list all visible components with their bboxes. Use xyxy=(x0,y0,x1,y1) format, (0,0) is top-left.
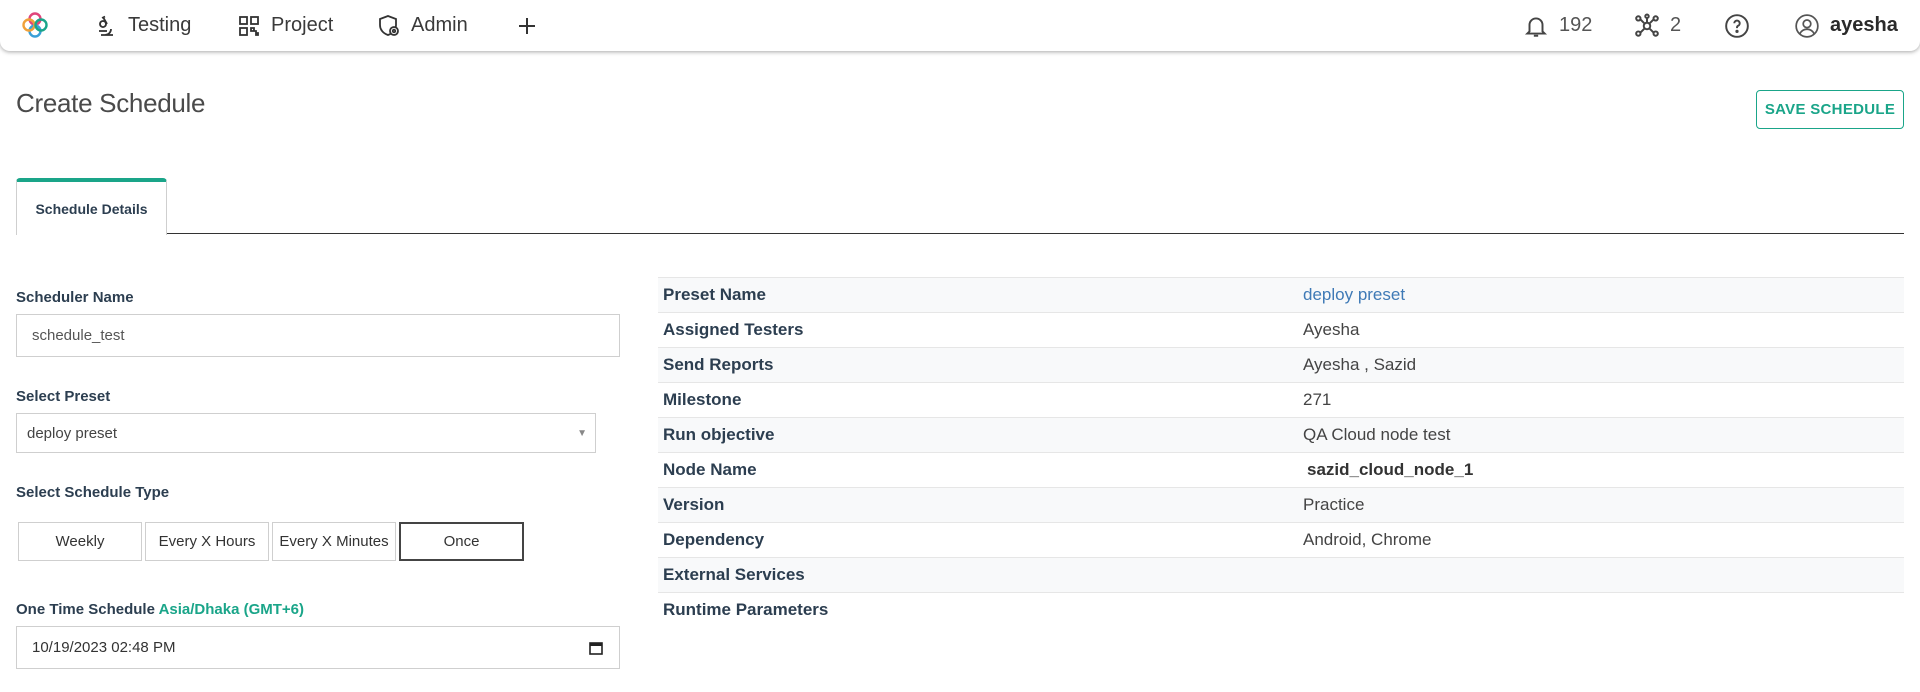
detail-value: Android, Chrome xyxy=(1303,530,1432,549)
bell-icon xyxy=(1524,16,1548,37)
microscope-icon xyxy=(99,15,113,36)
detail-value: Ayesha xyxy=(1303,320,1360,339)
detail-key: Preset Name xyxy=(663,285,767,304)
user-avatar-icon xyxy=(1795,13,1819,38)
schedule-type-label: Select Schedule Type xyxy=(16,484,170,501)
preset-details-table: Preset Name deploy preset Assigned Teste… xyxy=(658,277,1904,627)
detail-key: Runtime Parameters xyxy=(663,600,829,619)
notifications-button[interactable]: 192 xyxy=(1523,0,1592,51)
calendar-icon[interactable] xyxy=(588,640,604,656)
user-menu[interactable]: ayesha xyxy=(1794,0,1898,51)
detail-value: sazid_cloud_node_1 xyxy=(1307,460,1474,479)
nav-admin[interactable]: Admin xyxy=(377,0,468,51)
nav-project[interactable]: Project xyxy=(237,0,333,51)
scheduler-name-label: Scheduler Name xyxy=(16,289,134,306)
detail-value: QA Cloud node test xyxy=(1303,425,1451,444)
nav-project-label: Project xyxy=(271,14,334,36)
notifications-count: 192 xyxy=(1559,14,1593,36)
preset-select[interactable]: deploy preset ▼ xyxy=(16,413,596,453)
schedule-type-weekly[interactable]: Weekly xyxy=(18,522,142,561)
detail-row-assigned-testers: Assigned Testers Ayesha xyxy=(658,312,1904,347)
username: ayesha xyxy=(1830,14,1898,36)
detail-row-external-services: External Services xyxy=(658,557,1904,592)
detail-row-dependency: Dependency Android, Chrome xyxy=(658,522,1904,557)
shield-gear-icon xyxy=(379,14,399,36)
detail-row-node-name: Node Name sazid_cloud_node_1 xyxy=(658,452,1904,487)
detail-row-milestone: Milestone 271 xyxy=(658,382,1904,417)
detail-value: Ayesha , Sazid xyxy=(1303,355,1417,374)
nodes-button[interactable]: 2 xyxy=(1634,0,1681,51)
detail-key: Send Reports xyxy=(663,355,774,374)
help-circle-icon xyxy=(1725,13,1749,38)
datetime-value: 10/19/2023 02:48 PM xyxy=(32,639,176,656)
schedule-type-every-x-minutes[interactable]: Every X Minutes xyxy=(272,522,396,561)
top-navbar: Testing Project Admin 192 2 ayesha xyxy=(0,0,1920,51)
nav-testing[interactable]: Testing xyxy=(94,0,191,51)
detail-key: Run objective xyxy=(663,425,775,444)
detail-row-run-objective: Run objective QA Cloud node test xyxy=(658,417,1904,452)
datetime-input[interactable]: 10/19/2023 02:48 PM xyxy=(16,626,620,669)
detail-value-preset-link[interactable]: deploy preset xyxy=(1303,285,1405,305)
scheduler-name-input[interactable]: schedule_test xyxy=(16,314,620,357)
nodes-count: 2 xyxy=(1670,14,1682,36)
help-button[interactable] xyxy=(1724,0,1750,51)
tab-divider xyxy=(16,233,1904,234)
nav-admin-label: Admin xyxy=(411,14,468,36)
one-time-schedule-text: One Time Schedule xyxy=(16,601,155,618)
add-button[interactable] xyxy=(515,0,539,51)
preset-select-value: deploy preset xyxy=(27,424,118,442)
schedule-type-every-x-hours[interactable]: Every X Hours xyxy=(145,522,269,561)
network-nodes-icon xyxy=(1635,13,1659,37)
plus-icon xyxy=(519,17,535,34)
chevron-down-icon: ▼ xyxy=(577,428,587,439)
detail-value: Practice xyxy=(1303,495,1365,514)
save-schedule-button[interactable]: SAVE SCHEDULE xyxy=(1756,90,1904,129)
one-time-schedule-label: One Time Schedule Asia/Dhaka (GMT+6) xyxy=(16,601,304,618)
detail-key: Dependency xyxy=(663,530,765,549)
tab-schedule-details[interactable]: Schedule Details xyxy=(16,178,167,235)
schedule-type-once[interactable]: Once xyxy=(399,522,524,561)
page-title: Create Schedule xyxy=(16,88,206,118)
select-preset-label: Select Preset xyxy=(16,388,111,405)
detail-row-version: Version Practice xyxy=(658,487,1904,522)
detail-key: Milestone xyxy=(663,390,742,409)
detail-key: External Services xyxy=(663,565,805,584)
detail-key: Node Name xyxy=(663,460,757,479)
nav-testing-label: Testing xyxy=(128,14,192,36)
detail-value: 271 xyxy=(1303,390,1332,409)
detail-key: Assigned Testers xyxy=(663,320,804,339)
timezone-label: Asia/Dhaka (GMT+6) xyxy=(158,601,305,618)
qr-grid-icon xyxy=(239,15,259,36)
detail-key: Version xyxy=(663,495,725,514)
detail-row-runtime-parameters: Runtime Parameters xyxy=(658,592,1904,627)
app-logo-icon[interactable] xyxy=(20,10,50,40)
detail-row-send-reports: Send Reports Ayesha , Sazid xyxy=(658,347,1904,382)
detail-row-preset-name: Preset Name deploy preset xyxy=(658,277,1904,312)
